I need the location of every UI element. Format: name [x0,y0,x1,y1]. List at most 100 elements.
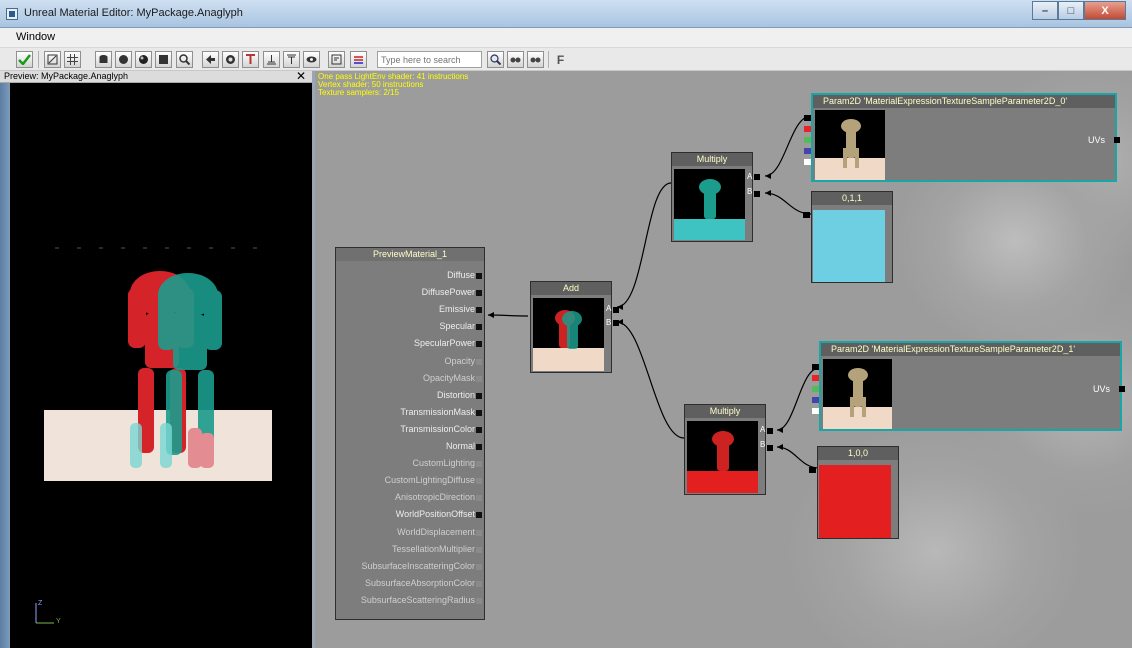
find-previous-icon[interactable] [507,51,524,68]
minimize-button[interactable]: – [1032,1,1058,20]
material-graph-canvas[interactable]: One pass LightEnv shader: 41 instruction… [315,71,1132,648]
material-input-label: CustomLightingDiffuse [384,475,475,485]
material-input-label: Emissive [438,304,475,314]
material-input-pin[interactable] [476,478,482,484]
material-input-pin[interactable] [476,410,482,416]
constant-red-title: 1,0,0 [818,447,898,460]
close-button[interactable]: X [1084,1,1126,20]
texture-param-1-red-output[interactable] [812,375,819,381]
material-input-label: Normal [445,441,475,451]
constant-cyan-output[interactable] [803,212,810,218]
multiply-node-cyan[interactable]: Multiply A B [671,152,760,242]
constant-node-cyan[interactable]: 0,1,1 [803,191,893,283]
material-input-pin[interactable] [476,564,482,570]
material-input-pin[interactable] [476,273,482,279]
multiply-red-input-b[interactable] [767,445,773,451]
material-input-pin[interactable] [476,495,482,501]
texture-param-1-rgb-output[interactable] [812,364,819,370]
material-input-pin[interactable] [476,307,482,313]
sphere-preview-icon[interactable] [115,51,132,68]
search-input[interactable] [377,51,482,68]
material-input-pin[interactable] [476,290,482,296]
constant-node-red[interactable]: 1,0,0 [809,446,899,539]
add-preview-thumbnail [533,298,604,371]
texture-param-node-1[interactable]: Param2D 'MaterialExpressionTextureSample… [812,341,1125,431]
add-node[interactable]: Add A B [530,281,619,373]
material-input-label: Opacity [444,356,475,366]
material-input-pin[interactable] [476,359,482,365]
material-input-label: OpacityMask [422,373,475,383]
search-icon[interactable] [487,51,504,68]
text-tool-icon[interactable] [242,51,259,68]
plane-preview-icon[interactable] [135,51,152,68]
texture-param-0-red-output[interactable] [804,126,811,132]
texture-param-0-alpha-output[interactable] [804,159,811,165]
material-input-label: Diffuse [447,270,475,280]
constant-red-swatch [819,465,891,538]
material-input-pin[interactable] [476,393,482,399]
material-input-pin[interactable] [476,427,482,433]
align-top-icon[interactable] [283,51,300,68]
add-input-b[interactable] [613,320,619,326]
back-arrow-icon[interactable] [202,51,219,68]
preview-close-icon[interactable]: ✕ [296,69,306,83]
texture-param-node-0[interactable]: Param2D 'MaterialExpressionTextureSample… [804,93,1120,182]
material-input-pin[interactable] [476,444,482,450]
texture-param-0-uvs-input[interactable] [1114,137,1120,143]
material-input-pin[interactable] [476,581,482,587]
material-input-label: Specular [439,321,475,331]
multiply-red-input-a[interactable] [767,428,773,434]
flatten-icon[interactable] [350,51,367,68]
material-input-label: TessellationMultiplier [391,544,475,554]
material-input-pin[interactable] [476,512,482,518]
constant-cyan-swatch [813,210,885,282]
texture-param-0-title: Param2D 'MaterialExpressionTextureSample… [813,95,1115,108]
find-next-icon[interactable] [527,51,544,68]
align-bottom-icon[interactable] [263,51,280,68]
texture-param-1-alpha-output[interactable] [812,408,819,414]
material-input-pin[interactable] [476,461,482,467]
texture-param-1-thumbnail [823,359,892,429]
preview-material-node[interactable]: PreviewMaterial_1 Diffuse DiffusePower Emi… [335,247,485,620]
texture-param-0-uvs-label: UVs [1087,135,1105,145]
toolbar: F [0,48,1132,71]
eye-icon[interactable] [303,51,320,68]
material-input-label: DiffusePower [421,287,475,297]
maximize-button[interactable]: □ [1058,1,1084,20]
realtime-preview-icon[interactable] [222,51,239,68]
home-view-icon[interactable] [44,51,61,68]
material-input-pin[interactable] [476,324,482,330]
cube-preview-icon[interactable] [155,51,172,68]
texture-param-1-blue-output[interactable] [812,397,819,403]
multiply-cyan-input-b[interactable] [754,191,760,197]
apply-checkmark-icon[interactable] [16,51,33,68]
add-input-a[interactable] [613,307,619,313]
cylinder-preview-icon[interactable] [95,51,112,68]
texture-param-0-rgb-output[interactable] [804,115,811,121]
zoom-icon[interactable] [176,51,193,68]
texture-param-0-thumbnail [815,110,885,180]
material-input-label: TransmissionColor [400,424,475,434]
preview-header: Preview: MyPackage.Anaglyph ✕ [0,69,312,83]
hide-connectors-icon[interactable] [328,51,345,68]
material-input-pin[interactable] [476,530,482,536]
grid-icon[interactable] [64,51,81,68]
texture-param-0-green-output[interactable] [804,137,811,143]
multiply-cyan-input-a[interactable] [754,174,760,180]
material-input-pin[interactable] [476,376,482,382]
texture-param-1-title: Param2D 'MaterialExpressionTextureSample… [821,343,1120,356]
texture-param-1-uvs-input[interactable] [1119,386,1125,392]
preview-viewport[interactable]: Z Y [10,83,312,648]
material-input-pin[interactable] [476,598,482,604]
add-pin-a-label: A [606,304,612,313]
menu-window[interactable]: Window [16,31,55,43]
texture-param-1-green-output[interactable] [812,386,819,392]
font-button[interactable]: F [552,51,569,68]
texture-param-0-blue-output[interactable] [804,148,811,154]
material-input-pin[interactable] [476,547,482,553]
constant-red-output[interactable] [809,467,816,473]
material-input-label: WorldPositionOffset [395,509,475,519]
material-input-pin[interactable] [476,341,482,347]
multiply-node-red[interactable]: Multiply A B [684,404,773,495]
multiply-cyan-title: Multiply [672,153,752,166]
